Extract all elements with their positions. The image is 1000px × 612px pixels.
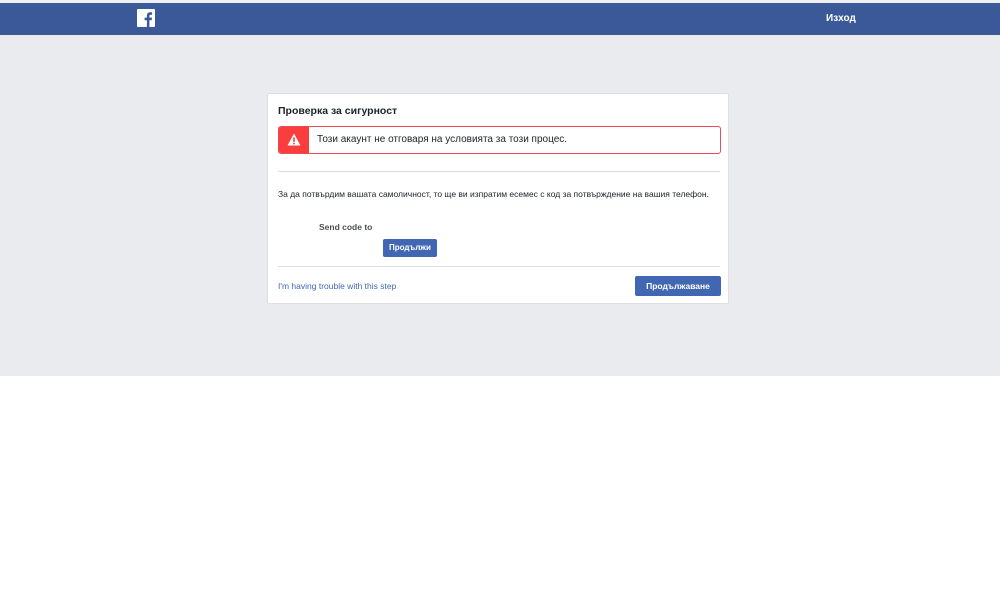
facebook-f-icon[interactable] bbox=[137, 9, 155, 27]
card-title: Проверка за сигурност bbox=[278, 105, 398, 117]
continue-button[interactable]: Продължаване bbox=[635, 276, 721, 296]
send-code-label: Send code to bbox=[319, 222, 373, 232]
logout-link[interactable]: Изход bbox=[826, 13, 856, 24]
footer-divider bbox=[278, 266, 720, 267]
security-check-card: Проверка за сигурност Този акаунт не отг… bbox=[267, 93, 729, 304]
trouble-link[interactable]: I'm having trouble with this step bbox=[278, 281, 396, 291]
warning-triangle-icon bbox=[279, 127, 309, 153]
divider bbox=[278, 171, 720, 172]
error-alert: Този акаунт не отговаря на условията за … bbox=[278, 126, 721, 154]
continue-small-button[interactable]: Продължи bbox=[383, 239, 437, 257]
top-navigation-bar: Изход bbox=[0, 0, 1000, 35]
alert-message: Този акаунт не отговаря на условията за … bbox=[317, 134, 568, 145]
verification-description: За да потвърдим вашата самоличност, то щ… bbox=[278, 189, 709, 199]
